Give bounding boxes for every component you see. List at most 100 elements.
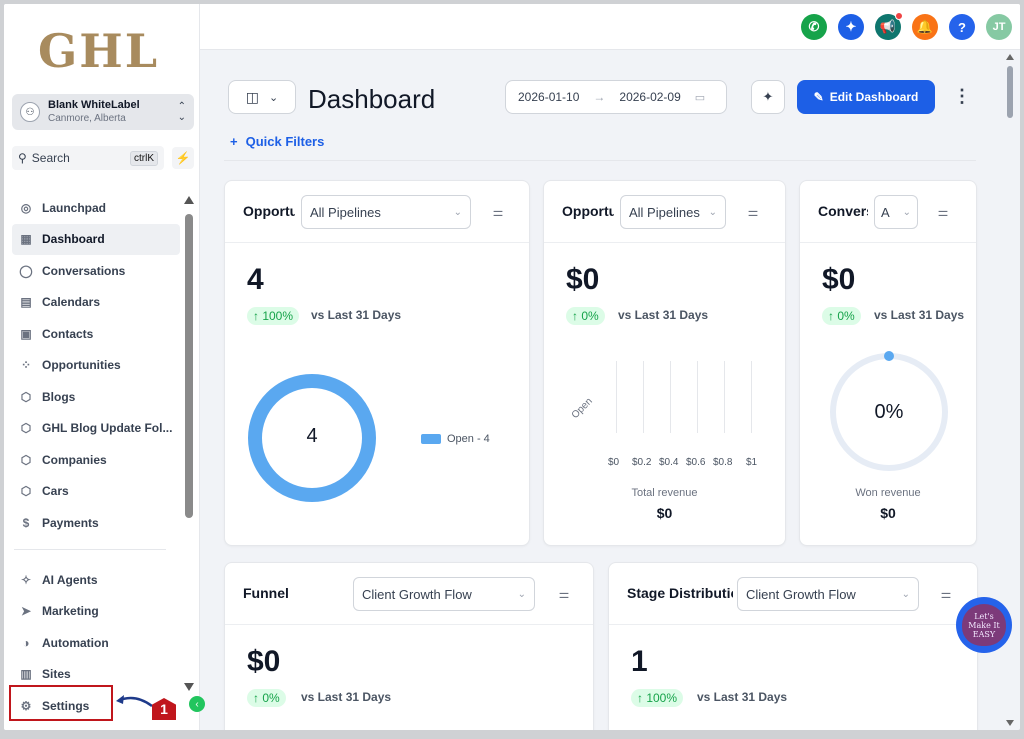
settings-highlight-box	[9, 685, 113, 721]
more-options-icon[interactable]: ⋮	[953, 86, 971, 107]
edit-dashboard-label: Edit Dashboard	[829, 90, 919, 104]
pipeline-select[interactable]: All Pipelines ⌄	[301, 195, 471, 229]
help-icon[interactable]: ?	[949, 14, 975, 40]
sidebar-item-blogs[interactable]: ⬡ Blogs	[12, 381, 180, 413]
quick-filters-link[interactable]: + Quick Filters	[230, 134, 324, 149]
edit-dashboard-button[interactable]: ✎ Edit Dashboard	[797, 80, 935, 114]
ai-magic-button[interactable]: ✦	[751, 80, 785, 114]
account-switcher[interactable]: ⚇ Blank WhiteLabel Canmore, Alberta ⌃ ⌄	[12, 94, 194, 130]
tick-label: $0.6	[686, 457, 706, 468]
sidebar-item-ghl-blog-update-fol[interactable]: ⬡ GHL Blog Update Fol...	[12, 413, 180, 445]
footer-label: Total revenue	[631, 487, 698, 499]
filters-divider	[224, 160, 976, 161]
filter-settings-icon[interactable]: ⚌	[934, 203, 952, 221]
account-name: Blank WhiteLabel	[48, 99, 140, 111]
scroll-up-arrow-icon[interactable]	[184, 196, 194, 204]
quick-filters-label: Quick Filters	[245, 134, 325, 149]
pipeline-select[interactable]: All Pipelines ⌄	[620, 195, 726, 229]
legend-swatch	[421, 434, 441, 444]
sidebar-item-marketing[interactable]: ➤ Marketing	[12, 596, 180, 628]
sparkles-icon: ✧	[20, 572, 32, 587]
plus-icon: +	[230, 134, 238, 149]
metric-value: 1	[631, 645, 648, 678]
sidebar-divider	[14, 549, 166, 550]
donut-center-value: 4	[306, 425, 318, 447]
search-shortcut: ctrlK	[130, 150, 158, 166]
chevron-down-icon: ⌄	[901, 588, 910, 600]
stage-select[interactable]: Client Growth Flow ⌄	[737, 577, 919, 611]
footer-value: $0	[880, 505, 896, 521]
comparison-label: vs Last 31 Days	[697, 690, 788, 704]
tick-label: $0.2	[632, 457, 652, 468]
chevron-down-icon: ⌄	[902, 206, 911, 218]
sidebar-item-label: Cars	[42, 484, 69, 499]
sidebar-item-companies[interactable]: ⬡ Companies	[12, 444, 180, 476]
change-badge: ↑ 100%	[631, 689, 684, 707]
cube-icon: ⬡	[20, 389, 32, 404]
card-title: Conversions	[818, 203, 868, 219]
arrow-right-icon: →	[593, 90, 606, 104]
phone-icon[interactable]: ✆	[801, 14, 827, 40]
funnel-select[interactable]: Client Growth Flow ⌄	[353, 577, 535, 611]
sidebar-item-calendars[interactable]: ▤ Calendars	[12, 287, 180, 319]
sidebar-item-label: Conversations	[42, 263, 126, 278]
user-icon: ⚇	[20, 102, 40, 122]
filter-settings-icon[interactable]: ⚌	[744, 203, 762, 221]
bar-category-label: Open	[569, 395, 595, 422]
bell-icon[interactable]: 🔔	[912, 14, 938, 40]
tick-label: $1	[746, 457, 758, 468]
user-avatar[interactable]: JT	[986, 14, 1012, 40]
date-range-picker[interactable]: 2026-01-10 → 2026-02-09 ▭	[505, 80, 727, 114]
annotation-arrow-icon	[116, 695, 153, 708]
brand-logo: GHL	[38, 24, 160, 78]
scroll-up-arrow-icon[interactable]	[1006, 54, 1014, 60]
sidebar-item-label: AI Agents	[42, 572, 98, 587]
sidebar-item-automation[interactable]: ◑ Automation	[12, 627, 180, 659]
layout-panel-icon: ◫	[245, 88, 259, 105]
filter-settings-icon[interactable]: ⚌	[489, 203, 507, 221]
quick-action-bolt-icon[interactable]: ⚡	[172, 147, 194, 169]
main-content: ◫ ⌄ Dashboard 2026-01-10 → 2026-02-09 ▭ …	[200, 50, 1006, 730]
scroll-thumb[interactable]	[185, 214, 193, 518]
sidebar-item-label: Sites	[42, 667, 71, 682]
sidebar-item-payments[interactable]: $ Payments	[12, 507, 180, 539]
tick-label: $0	[608, 457, 620, 468]
change-badge: ↑ 100%	[247, 307, 300, 325]
chevron-down-icon: ⌄	[269, 91, 279, 104]
announcement-icon[interactable]: 📢	[875, 12, 903, 40]
magic-wand-icon[interactable]: ✦	[838, 14, 864, 40]
sidebar-item-label: GHL Blog Update Fol...	[42, 421, 173, 436]
bar-chart-grid	[616, 361, 756, 433]
scroll-thumb[interactable]	[1007, 66, 1013, 118]
chevron-down-icon: ⌄	[517, 588, 526, 600]
filter-settings-icon[interactable]: ⚌	[937, 585, 955, 603]
card-title: Stage Distribution	[627, 585, 733, 601]
sidebar-item-opportunities[interactable]: ⁘ Opportunities	[12, 350, 180, 382]
stage-distribution-card: Stage Distribution Client Growth Flow ⌄ ⚌…	[608, 562, 978, 730]
stage-select-value: Client Growth Flow	[746, 586, 856, 602]
change-badge: ↑ 0%	[822, 307, 861, 325]
comparison-label: vs Last 31 Days	[874, 308, 965, 322]
chevron-updown-icon: ⌃ ⌄	[177, 101, 186, 123]
sidebar-item-contacts[interactable]: ▣ Contacts	[12, 318, 180, 350]
legend-label: Open - 4	[447, 433, 490, 445]
cube-icon: ⬡	[20, 421, 32, 436]
scroll-down-arrow-icon[interactable]	[1006, 720, 1014, 726]
layout-switcher-button[interactable]: ◫ ⌄	[228, 80, 296, 114]
sidebar-item-conversations[interactable]: ◯ Conversations	[12, 255, 180, 287]
pipeline-select[interactable]: A ⌄	[874, 195, 918, 229]
search-input[interactable]: ⚲ Search ctrlK	[12, 146, 164, 170]
top-bar: ✆ ✦ 📢 🔔 ? JT	[200, 4, 1020, 50]
sidebar-item-launchpad[interactable]: ◎ Launchpad	[12, 192, 180, 224]
contacts-book-icon: ▣	[20, 326, 32, 341]
scroll-down-arrow-icon[interactable]	[184, 683, 194, 691]
chevron-down-icon: ⌄	[453, 206, 462, 218]
sidebar-item-cars[interactable]: ⬡ Cars	[12, 476, 180, 508]
filter-settings-icon[interactable]: ⚌	[555, 585, 573, 603]
tick-label: $0.4	[659, 457, 679, 468]
pipeline-select-value: A	[881, 204, 890, 220]
dashboard-grid-icon: ▦	[20, 232, 32, 247]
sidebar-item-ai-agents[interactable]: ✧ AI Agents	[12, 564, 180, 596]
sidebar-item-dashboard[interactable]: ▦ Dashboard	[12, 223, 180, 255]
sidebar-scrollbar[interactable]	[184, 196, 194, 691]
